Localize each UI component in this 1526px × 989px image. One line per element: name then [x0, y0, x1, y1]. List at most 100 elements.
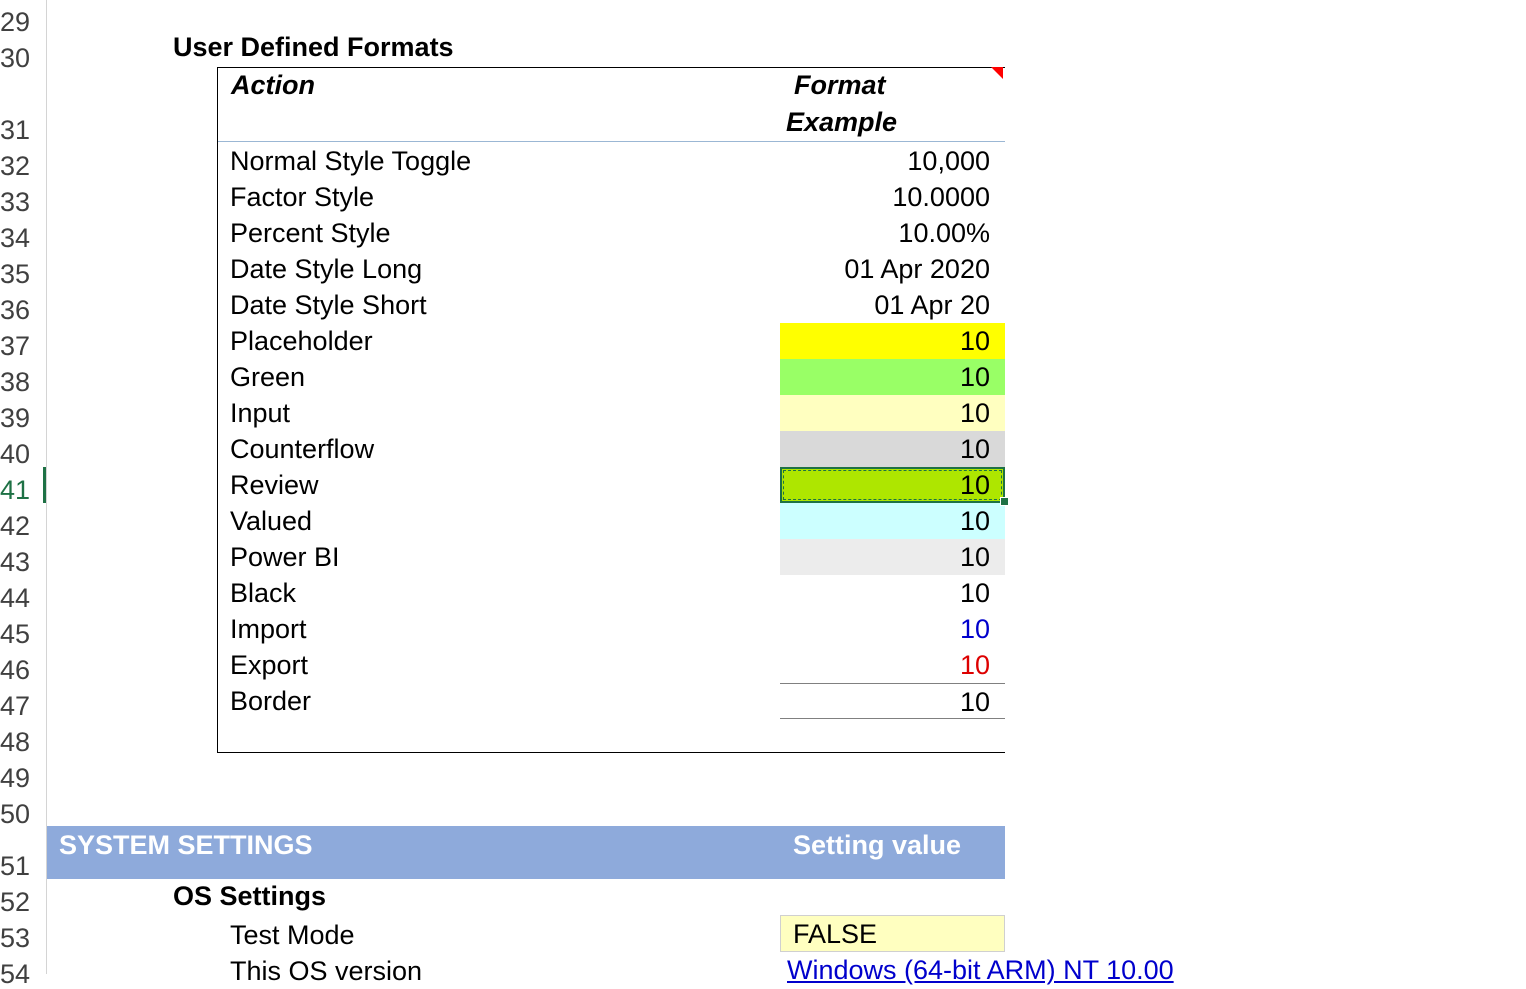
row-number[interactable]: 44	[0, 576, 46, 612]
header-format-line2: Example	[786, 107, 898, 137]
row-number[interactable]: 37	[0, 324, 46, 360]
row-number[interactable]: 36	[0, 288, 46, 324]
row-number[interactable]: 48	[0, 720, 46, 756]
format-example-cell[interactable]: 10	[780, 503, 1005, 539]
system-settings-banner: SYSTEM SETTINGS Setting value	[47, 826, 1005, 879]
row-number[interactable]: 39	[0, 396, 46, 432]
row-number-text: 35	[0, 259, 31, 289]
row-number-text: 51	[0, 851, 31, 881]
format-example-cell[interactable]: 10,000	[780, 143, 1005, 179]
row-number-text: 46	[0, 655, 31, 685]
header-action: Action	[231, 70, 315, 100]
format-label: Border	[230, 686, 312, 716]
row-number[interactable]: 31	[0, 72, 46, 144]
comment-indicator-icon[interactable]	[991, 67, 1003, 79]
test-mode-label: Test Mode	[230, 920, 355, 950]
format-label: Export	[230, 650, 309, 680]
fill-handle[interactable]	[1000, 497, 1009, 506]
row-number-text: 42	[0, 511, 31, 541]
row-number-text: 34	[0, 223, 31, 253]
test-mode-value-cell[interactable]: FALSE	[780, 915, 1005, 952]
format-example-cell[interactable]: 10	[780, 575, 1005, 611]
format-example-cell[interactable]: 10	[780, 647, 1005, 683]
format-label: Input	[230, 398, 291, 428]
row-number-text: 50	[0, 799, 31, 829]
header-format-line1: Format	[794, 70, 886, 100]
format-example-cell[interactable]: 01 Apr 2020	[780, 251, 1005, 287]
row-header-column: 29 30 31 32 33 34 35 36 37 38 39 40 41 42 43 44 45 46 47 48…	[0, 0, 47, 988]
row-number[interactable]: 46	[0, 648, 46, 684]
row-number[interactable]: 54	[0, 952, 46, 988]
format-label: Normal Style Toggle	[230, 146, 472, 176]
active-row-marker	[43, 467, 46, 503]
row-number[interactable]: 40	[0, 432, 46, 468]
format-example-cell[interactable]: 10.00%	[780, 215, 1005, 251]
format-label: Import	[230, 614, 307, 644]
row-number[interactable]: 41	[0, 468, 46, 504]
row-number-text: 41	[0, 475, 31, 505]
row-number-text: 52	[0, 887, 31, 917]
row-number-text: 44	[0, 583, 31, 613]
row-number-text: 45	[0, 619, 31, 649]
row-number[interactable]: 32	[0, 144, 46, 180]
banner-setting-value-header: Setting value	[793, 830, 962, 860]
row-number[interactable]: 50	[0, 792, 46, 828]
format-label: Date Style Long	[230, 254, 423, 284]
format-label: Black	[230, 578, 297, 608]
row-number-text: 37	[0, 331, 31, 361]
row-number[interactable]: 51	[0, 828, 46, 880]
format-label: Valued	[230, 506, 313, 536]
format-example-cell[interactable]: 10	[780, 539, 1005, 575]
row-number-text: 43	[0, 547, 31, 577]
format-example-cell[interactable]: 10	[780, 395, 1005, 431]
row-number[interactable]: 29	[0, 0, 46, 36]
os-version-value[interactable]: Windows (64-bit ARM) NT 10.00	[787, 955, 1174, 986]
row-number[interactable]: 47	[0, 684, 46, 720]
row-number[interactable]: 34	[0, 216, 46, 252]
row-number-text: 30	[0, 43, 31, 73]
os-settings-title: OS Settings	[173, 881, 327, 911]
row-number-text: 36	[0, 295, 31, 325]
row-number[interactable]: 30	[0, 36, 46, 72]
os-version-label: This OS version	[230, 956, 423, 986]
format-example-cell[interactable]: 01 Apr 20	[780, 287, 1005, 323]
header-separator	[218, 141, 1005, 142]
row-number[interactable]: 42	[0, 504, 46, 540]
row-number[interactable]: 52	[0, 880, 46, 916]
format-example-cell[interactable]: 10	[780, 431, 1005, 467]
row-number[interactable]: 33	[0, 180, 46, 216]
row-number-text: 54	[0, 959, 31, 989]
row-number[interactable]: 53	[0, 916, 46, 952]
row-number-text: 32	[0, 151, 31, 181]
row-number-text: 31	[0, 115, 31, 145]
row-number-text: 53	[0, 923, 31, 953]
format-label: Percent Style	[230, 218, 391, 248]
format-example-cell[interactable]: 10.0000	[780, 179, 1005, 215]
row-number-text: 40	[0, 439, 31, 469]
row-number[interactable]: 45	[0, 612, 46, 648]
banner-title: SYSTEM SETTINGS	[59, 830, 313, 860]
row-number[interactable]: 38	[0, 360, 46, 396]
user-defined-formats-title: User Defined Formats	[173, 32, 454, 62]
row-number-text: 49	[0, 763, 31, 793]
format-example-cell[interactable]: 10	[780, 323, 1005, 359]
format-label: Placeholder	[230, 326, 373, 356]
row-number-text: 47	[0, 691, 31, 721]
row-number-text: 38	[0, 367, 31, 397]
format-label: Power BI	[230, 542, 340, 572]
row-number[interactable]: 49	[0, 756, 46, 792]
format-example-cell[interactable]: 10	[780, 359, 1005, 395]
row-number-text: 29	[0, 7, 31, 37]
format-example-cell[interactable]: 10	[780, 683, 1005, 719]
row-number-text: 48	[0, 727, 31, 757]
format-label: Green	[230, 362, 306, 392]
row-number[interactable]: 43	[0, 540, 46, 576]
row-number-text: 39	[0, 403, 31, 433]
row-number-text: 33	[0, 187, 31, 217]
row-number[interactable]: 35	[0, 252, 46, 288]
format-label: Date Style Short	[230, 290, 427, 320]
format-label: Counterflow	[230, 434, 375, 464]
format-label: Review	[230, 470, 319, 500]
format-example-cell[interactable]: 10	[780, 467, 1005, 503]
format-example-cell[interactable]: 10	[780, 611, 1005, 647]
